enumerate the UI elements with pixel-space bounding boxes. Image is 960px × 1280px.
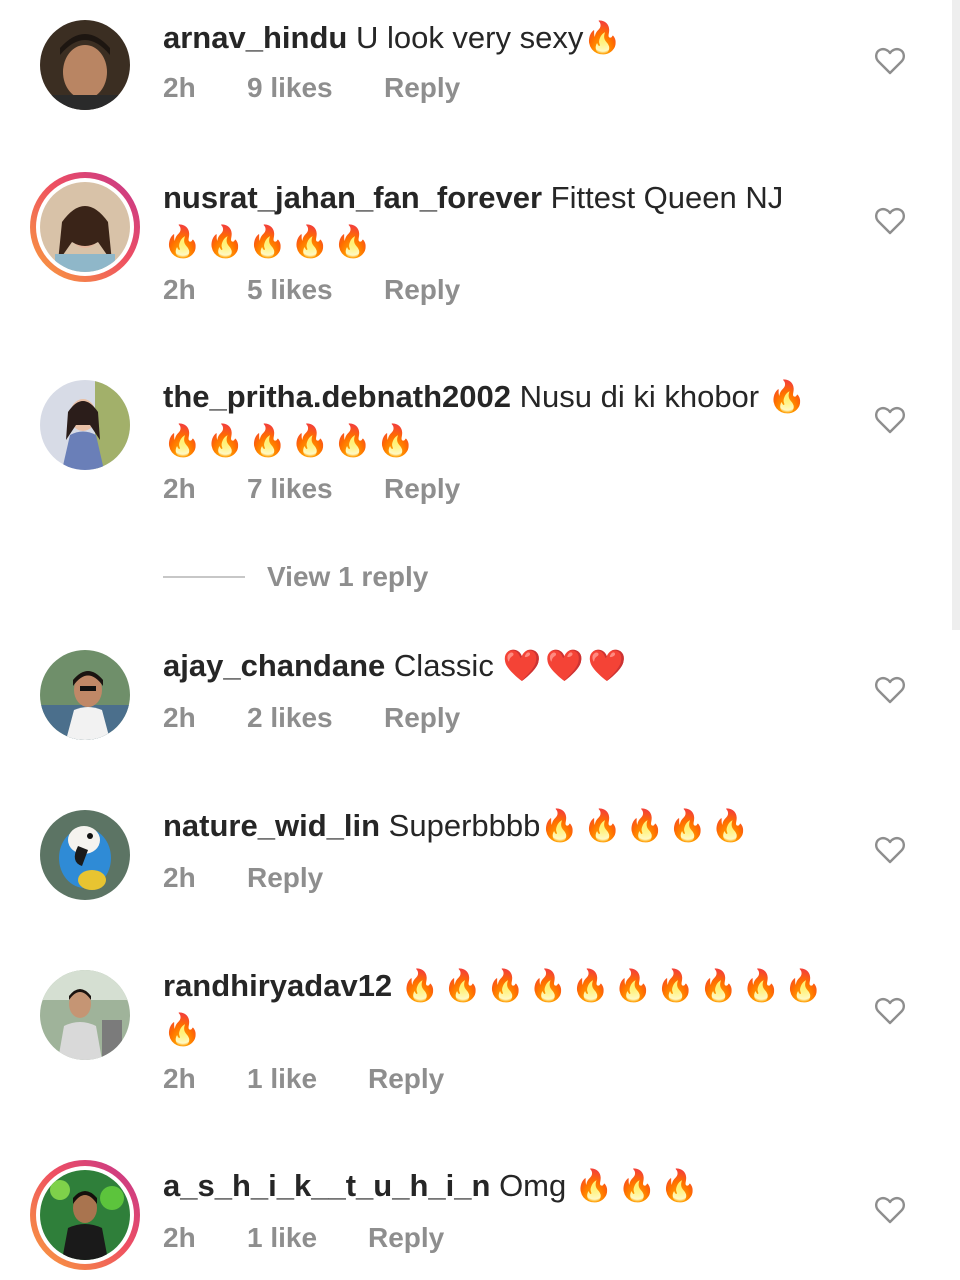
comment-emoji: 🔥🔥🔥 [574,1168,703,1203]
heart-outline-icon[interactable] [874,1195,906,1225]
reply-button[interactable]: Reply [384,72,460,104]
comment-emoji: 🔥🔥🔥🔥🔥 [163,224,376,259]
comment-text: Fittest Queen NJ [550,180,784,215]
comment-text: Omg [499,1168,567,1203]
comment-meta: 2h 9 likes Reply [163,72,460,104]
divider-line [163,576,245,578]
comment-body: randhiryadav12 🔥🔥🔥🔥🔥🔥🔥🔥🔥🔥 🔥 [163,964,830,1052]
comment-username[interactable]: nusrat_jahan_fan_forever [163,180,542,215]
comment-likes[interactable]: 1 like [247,1063,368,1095]
reply-button[interactable]: Reply [384,473,460,505]
comment-username[interactable]: the_pritha.debnath2002 [163,379,511,414]
comment-emoji: 🔥🔥🔥🔥🔥 [540,808,754,843]
avatar[interactable] [30,1160,140,1270]
avatar-photo [40,20,130,110]
avatar[interactable] [40,810,130,900]
avatar-photo [40,1170,130,1260]
comment-item: arnav_hindu U look very sexy🔥 2h 9 likes R… [0,0,950,150]
comment-text: Superbbbb [388,808,541,843]
comment-username[interactable]: ajay_chandane [163,648,385,683]
avatar-photo [40,810,130,900]
comments-page: arnav_hindu U look very sexy🔥 2h 9 likes R… [0,0,960,1280]
avatar-photo [40,380,130,470]
reply-button[interactable]: Reply [368,1222,444,1254]
comment-body: nature_wid_lin Superbbbb🔥🔥🔥🔥🔥 [163,804,830,848]
avatar-photo [40,182,130,272]
comment-meta: 2h Reply [163,862,323,894]
comment-time: 2h [163,702,196,733]
heart-outline-icon[interactable] [874,206,906,236]
comment-time: 2h [163,1222,196,1253]
avatar[interactable] [40,650,130,740]
avatar[interactable] [40,970,130,1060]
comment-item: nusrat_jahan_fan_forever Fittest Queen N… [0,150,950,350]
comment-text: Classic [393,648,494,683]
avatar[interactable] [40,380,130,470]
comment-body: a_s_h_i_k__t_u_h_i_n Omg 🔥🔥🔥 [163,1164,830,1208]
comment-item: ajay_chandane Classic ❤️❤️❤️ 2h 2 likes Re… [0,630,950,790]
view-replies-button[interactable]: View 1 reply [163,560,428,594]
view-replies-label: View 1 reply [267,561,429,592]
comment-body: nusrat_jahan_fan_forever Fittest Queen N… [163,176,830,264]
comment-likes[interactable]: 7 likes [247,473,384,505]
comment-time: 2h [163,274,196,305]
heart-outline-icon[interactable] [874,996,906,1026]
comment-time: 2h [163,473,196,504]
comment-meta: 2h 1 like Reply [163,1222,444,1254]
comment-likes[interactable]: 5 likes [247,274,384,306]
heart-outline-icon[interactable] [874,46,906,76]
heart-outline-icon[interactable] [874,405,906,435]
comment-username[interactable]: nature_wid_lin [163,808,380,843]
avatar-photo [40,970,130,1060]
comment-emoji: ❤️❤️❤️ [502,648,631,683]
avatar[interactable] [40,20,130,110]
comment-item: randhiryadav12 🔥🔥🔥🔥🔥🔥🔥🔥🔥🔥 🔥 2h 1 like Repl… [0,950,950,1150]
comment-likes[interactable]: 2 likes [247,702,384,734]
comment-emoji: 🔥 [583,20,626,55]
comment-item: the_pritha.debnath2002 Nusu di ki khobor… [0,350,950,620]
reply-button[interactable]: Reply [384,702,460,734]
comment-item: nature_wid_lin Superbbbb🔥🔥🔥🔥🔥 2h Reply [0,790,950,950]
comment-time: 2h [163,72,196,103]
comment-likes[interactable]: 1 like [247,1222,368,1254]
comment-meta: 2h 7 likes Reply [163,473,460,505]
comment-text: U look very sexy [355,20,584,55]
comment-time: 2h [163,1063,196,1094]
comment-body: the_pritha.debnath2002 Nusu di ki khobor… [163,375,830,463]
comment-meta: 2h 5 likes Reply [163,274,460,306]
avatar-photo [40,650,130,740]
comment-username[interactable]: randhiryadav12 [163,968,392,1003]
comment-meta: 2h 1 like Reply [163,1063,444,1095]
comment-time: 2h [163,862,196,893]
heart-outline-icon[interactable] [874,675,906,705]
comment-body: arnav_hindu U look very sexy🔥 [163,16,830,60]
reply-button[interactable]: Reply [368,1063,444,1095]
scrollbar[interactable] [952,0,960,630]
comment-text: Nusu di ki khobor [519,379,760,414]
comment-username[interactable]: a_s_h_i_k__t_u_h_i_n [163,1168,490,1203]
reply-button[interactable]: Reply [384,274,460,306]
comment-meta: 2h 2 likes Reply [163,702,460,734]
comment-body: ajay_chandane Classic ❤️❤️❤️ [163,644,830,688]
reply-button[interactable]: Reply [247,862,323,894]
comment-likes[interactable]: 9 likes [247,72,384,104]
heart-outline-icon[interactable] [874,835,906,865]
comment-username[interactable]: arnav_hindu [163,20,347,55]
comment-item: a_s_h_i_k__t_u_h_i_n Omg 🔥🔥🔥 2h 1 like Rep… [0,1150,950,1280]
avatar[interactable] [30,172,140,282]
